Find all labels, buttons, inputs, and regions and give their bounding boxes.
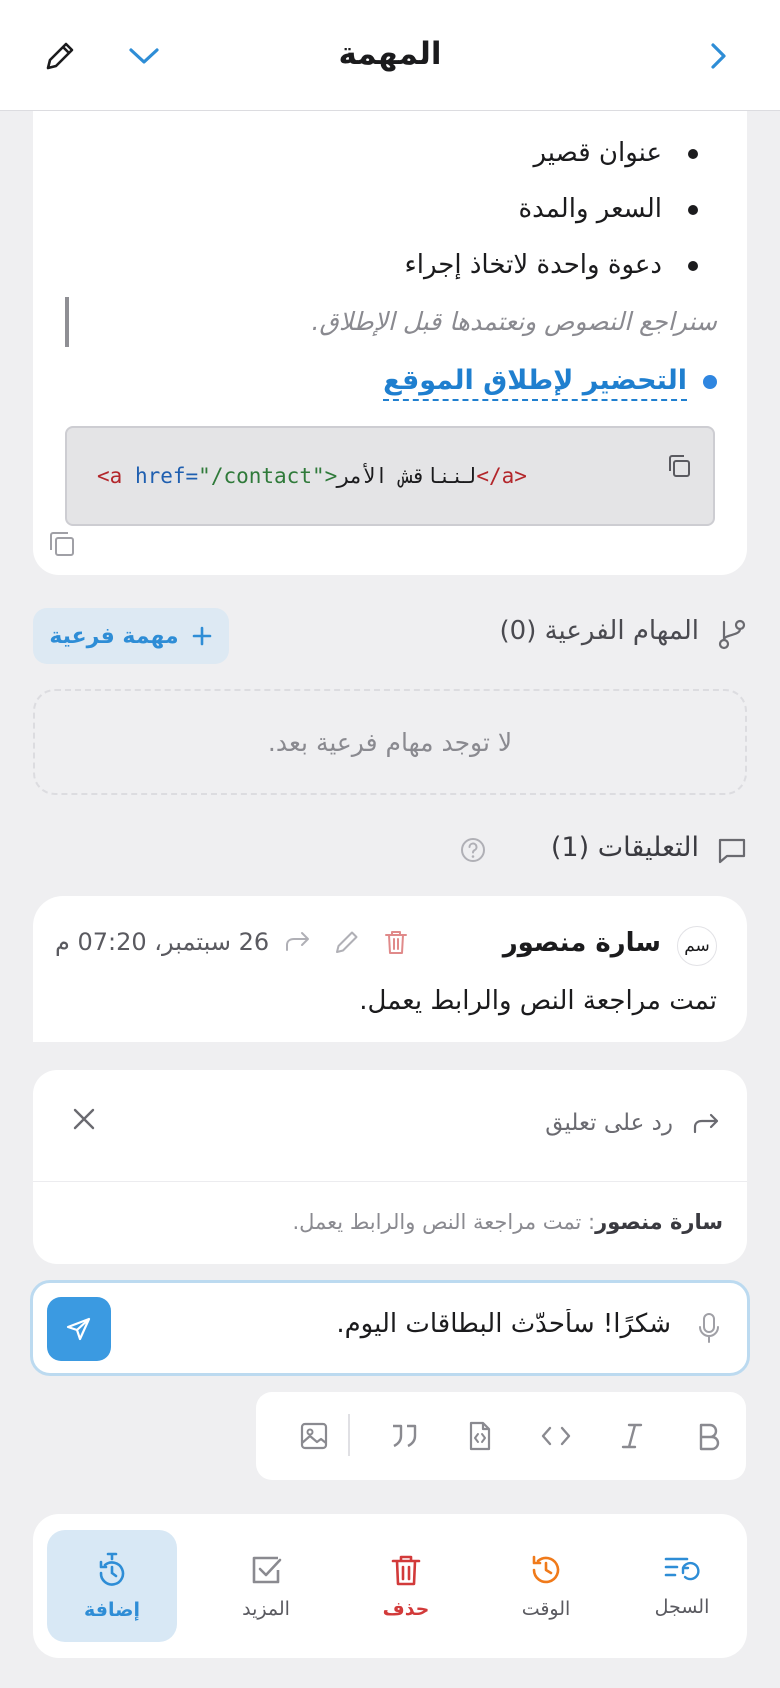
copy-icon (47, 529, 77, 559)
comments-title: التعليقات (1) (550, 832, 699, 863)
comment-composer (30, 1280, 750, 1376)
help-icon[interactable] (459, 836, 487, 864)
reply-header: رد على تعليق (33, 1070, 747, 1182)
timer-add-icon (94, 1551, 130, 1589)
chevron-down-icon (128, 46, 160, 66)
history-list-icon (663, 1554, 701, 1586)
comment-actions (283, 928, 409, 956)
comment-author: سارة منصور (502, 928, 661, 958)
quote-button[interactable] (384, 1416, 424, 1456)
delete-label: حذف (382, 1598, 430, 1620)
send-button[interactable] (47, 1297, 111, 1361)
trash-icon (389, 1552, 423, 1588)
quote-icon (389, 1422, 419, 1450)
reply-arrow-icon (691, 1112, 721, 1136)
subtasks-header: المهام الفرعية (0) مهمة فرعية (33, 604, 747, 664)
list-item: دعوة واحدة لاتخاذ إجراء (405, 237, 703, 293)
comment-icon (717, 836, 747, 864)
list-item: عنوان قصير (405, 125, 703, 181)
link-list-item: التحضير لإطلاق الموقع (383, 360, 717, 404)
code-close-tag: </a> (476, 464, 527, 488)
microphone-button[interactable] (697, 1311, 721, 1345)
pencil-icon (333, 928, 361, 956)
quoted-text: تمت مراجعة النص والرابط يعمل. (292, 1210, 582, 1234)
add-subtask-label: مهمة فرعية (49, 623, 179, 649)
history-label: السجل (654, 1596, 710, 1618)
subtasks-title: المهام الفرعية (0) (499, 616, 700, 646)
copy-icon (665, 452, 693, 480)
delete-button[interactable]: حذف (341, 1530, 471, 1642)
pencil-icon (44, 40, 76, 72)
comment-input[interactable] (151, 1309, 671, 1339)
code-value: "/contact"> (198, 464, 338, 488)
copy-description-button[interactable] (47, 529, 77, 559)
microphone-icon (697, 1311, 721, 1345)
bullet-list: عنوان قصير السعر والمدة دعوة واحدة لاتخا… (405, 125, 703, 293)
image-icon (299, 1421, 329, 1451)
cancel-reply-button[interactable] (71, 1106, 97, 1132)
code-button[interactable] (536, 1416, 576, 1456)
top-bar: المهمة (0, 0, 780, 111)
delete-comment-button[interactable] (383, 928, 409, 956)
code-file-icon (467, 1420, 493, 1452)
reply-arrow-icon (283, 930, 311, 954)
clock-history-icon (528, 1552, 564, 1588)
code-text: لنناقش الأمر (337, 464, 477, 488)
add-button[interactable]: إضافة (47, 1530, 177, 1642)
bold-icon (695, 1421, 721, 1451)
comment-item: سم سارة منصور 26 سبتمبر، 07:20 م تمت مرا… (33, 896, 747, 1042)
more-button[interactable]: المزيد (201, 1530, 331, 1642)
action-bar: السجل الوقت حذف المزيد إضافة (33, 1514, 747, 1658)
code-open-tag: <a (97, 464, 123, 488)
code-attr: href= (134, 464, 199, 488)
code-block: <a href="/contact">لنناقش الأمر</a> (65, 426, 715, 526)
copy-code-button[interactable] (665, 452, 693, 480)
code-icon (540, 1423, 572, 1449)
page-title: المهمة (338, 36, 442, 72)
insert-image-button[interactable] (294, 1416, 334, 1456)
plus-icon (191, 625, 213, 647)
quoted-separator: : (581, 1210, 596, 1234)
italic-icon (619, 1421, 645, 1451)
subtasks-empty-state: لا توجد مهام فرعية بعد. (33, 689, 747, 795)
reply-preview: رد على تعليق سارة منصور: تمت مراجعة النص… (33, 1070, 747, 1264)
comments-header: التعليقات (1) (33, 826, 747, 876)
quoted-author: سارة منصور (595, 1210, 723, 1234)
list-item: السعر والمدة (405, 181, 703, 237)
checkbox-icon (248, 1552, 284, 1588)
add-subtask-button[interactable]: مهمة فرعية (33, 608, 229, 664)
bullet-dot (703, 375, 717, 389)
code-snippet: <a href="/contact">لنناقش الأمر</a> (97, 464, 527, 488)
blockquote: سنراجع النصوص ونعتمدها قبل الإطلاق. (65, 297, 717, 347)
task-description: عنوان قصير السعر والمدة دعوة واحدة لاتخا… (33, 111, 747, 575)
bold-button[interactable] (688, 1416, 728, 1456)
edit-comment-button[interactable] (333, 928, 361, 956)
add-label: إضافة (84, 1599, 140, 1621)
time-button[interactable]: الوقت (481, 1530, 611, 1642)
branch-icon (717, 618, 747, 650)
italic-button[interactable] (612, 1416, 652, 1456)
comment-body: تمت مراجعة النص والرابط يعمل. (359, 986, 717, 1016)
more-label: المزيد (242, 1598, 290, 1620)
quoted-comment: سارة منصور: تمت مراجعة النص والرابط يعمل… (292, 1210, 723, 1234)
time-label: الوقت (521, 1598, 571, 1620)
reply-label: رد على تعليق (545, 1110, 673, 1136)
send-icon (65, 1315, 93, 1343)
trash-icon (383, 928, 409, 956)
task-link[interactable]: التحضير لإطلاق الموقع (383, 363, 687, 401)
history-button[interactable]: السجل (617, 1530, 747, 1642)
reply-comment-button[interactable] (283, 930, 311, 954)
format-toolbar (256, 1392, 746, 1480)
edit-button[interactable] (38, 34, 82, 78)
avatar: سم (677, 926, 717, 966)
close-icon (71, 1106, 97, 1132)
code-block-button[interactable] (460, 1416, 500, 1456)
toolbar-divider (348, 1414, 350, 1456)
comment-timestamp: 26 سبتمبر، 07:20 م (55, 928, 270, 956)
collapse-button[interactable] (122, 34, 166, 78)
